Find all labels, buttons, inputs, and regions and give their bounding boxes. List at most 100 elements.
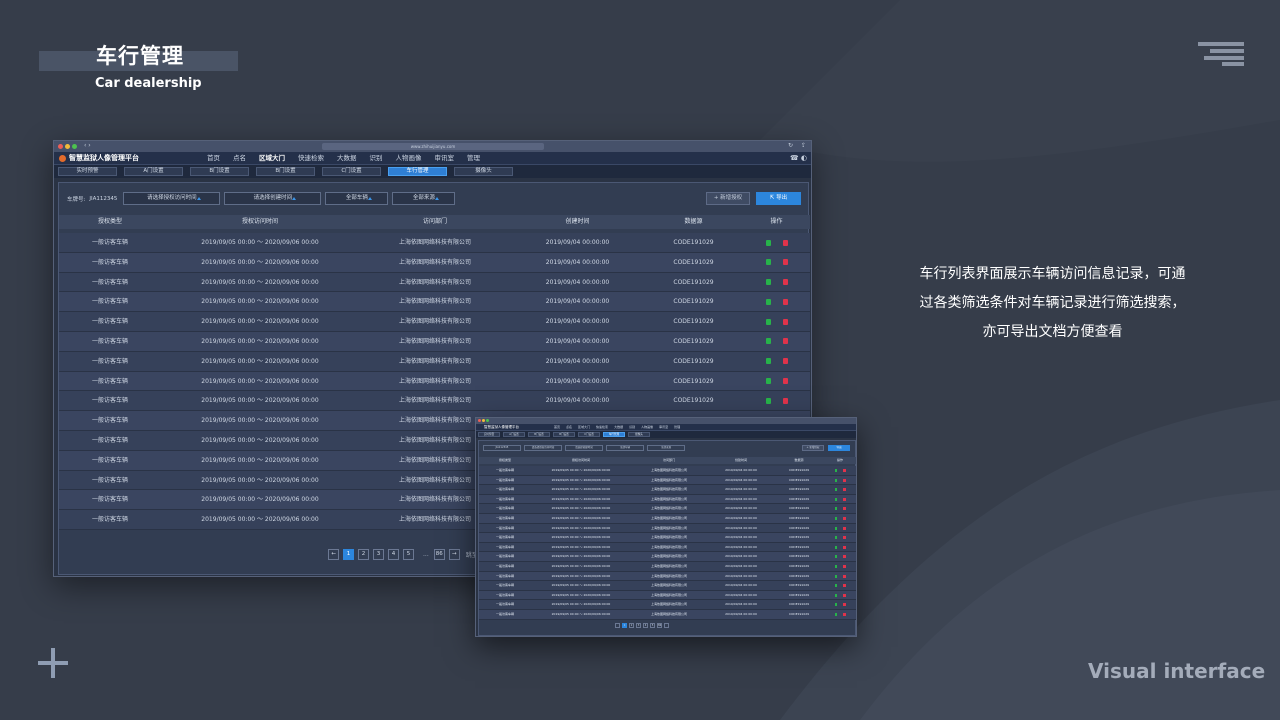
nav-item-bigdata[interactable]: 大数据 (337, 152, 357, 165)
document-edit-icon (834, 584, 837, 588)
trash-delete-icon[interactable] (782, 318, 788, 325)
plate-input[interactable]: JIA112345 (89, 196, 117, 202)
row-actions (743, 253, 810, 272)
trash-delete-icon[interactable] (782, 338, 788, 345)
vehicle-select[interactable]: 全部车辆 (325, 192, 389, 205)
auth-time-select[interactable]: 请选择授权访问时间 (123, 192, 221, 205)
source-select[interactable]: 全部来源 (392, 192, 456, 205)
next-page-icon[interactable]: → (448, 549, 460, 560)
tab-gate-a[interactable]: A门设置 (124, 167, 183, 176)
nav-item-interrogation[interactable]: 审讯室 (435, 152, 455, 165)
filter-bar: 车牌号: JIA112345 请选择授权访问时间 请选择创建时间 全部车辆 全部… (67, 192, 459, 205)
page-5[interactable]: 5 (403, 549, 414, 560)
trash-delete-icon[interactable] (782, 378, 788, 385)
tab-alert[interactable]: 实时预警 (58, 167, 117, 176)
trash-delete-icon[interactable] (782, 397, 788, 404)
prev-page-icon[interactable]: ← (328, 549, 339, 560)
maximize-dot-icon[interactable] (72, 144, 77, 149)
preview-page: 2 (629, 623, 634, 628)
add-authorization-button[interactable]: + 新增授权 (706, 192, 750, 205)
table-row: 一般访客车辆 2019/09/05 00:00 ～ 2020/09/06 00:0… (59, 371, 810, 392)
page-last[interactable]: 86 (433, 549, 445, 560)
created-time-select[interactable]: 请选择创建时间 (224, 192, 322, 205)
tab-gate-b[interactable]: B门设置 (190, 167, 249, 176)
row-actions (743, 273, 810, 292)
page-2[interactable]: 2 (358, 549, 369, 560)
preview-cell: 上海依图网络科技有限公司 (650, 611, 687, 616)
close-dot-icon[interactable] (58, 144, 63, 149)
table-cell: 上海依图网络科技有限公司 (398, 337, 471, 345)
browser-chrome: ‹ › www.zhihuijianyu.com ↻ ⇪ (54, 141, 811, 152)
minimize-dot-icon[interactable] (65, 144, 70, 149)
share-icon[interactable]: ⇪ (801, 142, 806, 149)
preview-cell: 一般访客车辆 (495, 544, 514, 549)
preview-cell: CODE191029 (788, 468, 810, 472)
document-edit-icon[interactable] (765, 298, 771, 305)
nav-item-gate[interactable]: 区域大门 (259, 152, 285, 165)
document-edit-icon[interactable] (765, 279, 771, 286)
table-cell: 2019/09/04 00:00:00 (545, 278, 610, 286)
preview-cell: 2019/09/04 00:00:00 (725, 477, 757, 482)
nav-item-portrait[interactable]: 人物画像 (396, 152, 422, 165)
trash-delete-icon[interactable] (782, 279, 788, 286)
preview-cell: 一般访客车辆 (495, 554, 514, 559)
app-header: 智慧监狱人像管理平台 首页 点名 区域大门 快速检索 大数据 识别 人物画像 审… (54, 152, 811, 165)
document-edit-icon[interactable] (765, 259, 771, 266)
document-edit-icon[interactable] (765, 397, 771, 404)
document-edit-icon[interactable] (765, 239, 771, 246)
document-edit-icon[interactable] (765, 338, 771, 345)
page-4[interactable]: 4 (388, 549, 399, 560)
table-cell: 上海依图网络科技有限公司 (398, 278, 471, 286)
export-button[interactable]: ⇱ 导出 (756, 192, 801, 205)
nav-item-recognition[interactable]: 识别 (370, 152, 383, 165)
url-bar[interactable]: www.zhihuijianyu.com (322, 143, 544, 150)
preview-cell: 一般访客车辆 (495, 535, 514, 540)
row-actions (743, 372, 810, 391)
trash-delete-icon (843, 593, 846, 597)
description-text: 车行列表界面展示车辆访问信息记录，可通过各类筛选条件对车辆记录进行筛选搜索，亦可… (919, 266, 1186, 340)
document-edit-icon[interactable] (765, 378, 771, 385)
preview-row-actions (823, 581, 856, 590)
trash-delete-icon[interactable] (782, 239, 788, 246)
preview-cell: 一般访客车辆 (495, 563, 514, 568)
tab-camera[interactable]: 摄像头 (454, 167, 513, 176)
page-1[interactable]: 1 (343, 549, 354, 560)
user-avatar-icon[interactable]: ☎ ◐ (790, 154, 807, 162)
preview-row-actions (823, 495, 856, 504)
document-edit-icon[interactable] (765, 358, 771, 365)
preview-cell: CODE191029 (788, 602, 810, 607)
trash-delete-icon[interactable] (782, 358, 788, 365)
preview-cell: CODE191029 (788, 496, 810, 501)
nav-item-home[interactable]: 首页 (207, 152, 220, 165)
preview-table-body: 一般访客车辆 2019/09/05 00:00 ～ 2020/09/06 00:0… (479, 466, 856, 620)
preview-page-last: 86 (657, 623, 662, 628)
main-nav: 首页 点名 区域大门 快速检索 大数据 识别 人物画像 审讯室 管理 (207, 152, 493, 165)
trash-delete-icon[interactable] (782, 259, 788, 266)
table-cell: 2019/09/05 00:00 ～ 2020/09/06 00:00 (201, 516, 319, 524)
page-3[interactable]: 3 (373, 549, 384, 560)
back-forward-icon[interactable]: ‹ › (84, 142, 91, 149)
created-time-label: 请选择创建时间 (253, 195, 293, 201)
preview-cell: CODE191029 (788, 535, 810, 540)
preview-filters: JIA112345 请选择授权访问时间 请选择创建时间 全部车辆 全部来源 (483, 445, 688, 451)
tab-gate-b2[interactable]: B门设置 (256, 167, 315, 176)
menu-lines-icon (1198, 42, 1244, 66)
table-cell: 上海依图网络科技有限公司 (398, 258, 471, 266)
tab-car-dealership[interactable]: 车行管理 (388, 167, 447, 176)
document-edit-icon (834, 555, 837, 559)
preview-cell: 2019/09/05 00:00 ～ 2020/09/06 00:00 (551, 487, 611, 492)
reload-icon[interactable]: ↻ (788, 142, 793, 149)
preview-cell: 一般访客车辆 (495, 515, 514, 520)
nav-item-search[interactable]: 快速检索 (298, 152, 324, 165)
preview-cell: 2019/09/05 00:00 ～ 2020/09/06 00:00 (551, 583, 611, 588)
preview-cell: 2019/09/04 00:00:00 (725, 468, 757, 472)
document-edit-icon[interactable] (765, 318, 771, 325)
trash-delete-icon[interactable] (782, 298, 788, 305)
table-cell: 2019/09/05 00:00 ～ 2020/09/06 00:00 (201, 496, 319, 504)
nav-item-rollcall[interactable]: 点名 (233, 152, 246, 165)
preview-row-actions (823, 476, 856, 485)
trash-delete-icon (843, 545, 846, 549)
nav-item-admin[interactable]: 管理 (467, 152, 480, 165)
preview-cell: 2019/09/05 00:00 ～ 2020/09/06 00:00 (551, 573, 611, 578)
tab-gate-c[interactable]: C门设置 (322, 167, 381, 176)
